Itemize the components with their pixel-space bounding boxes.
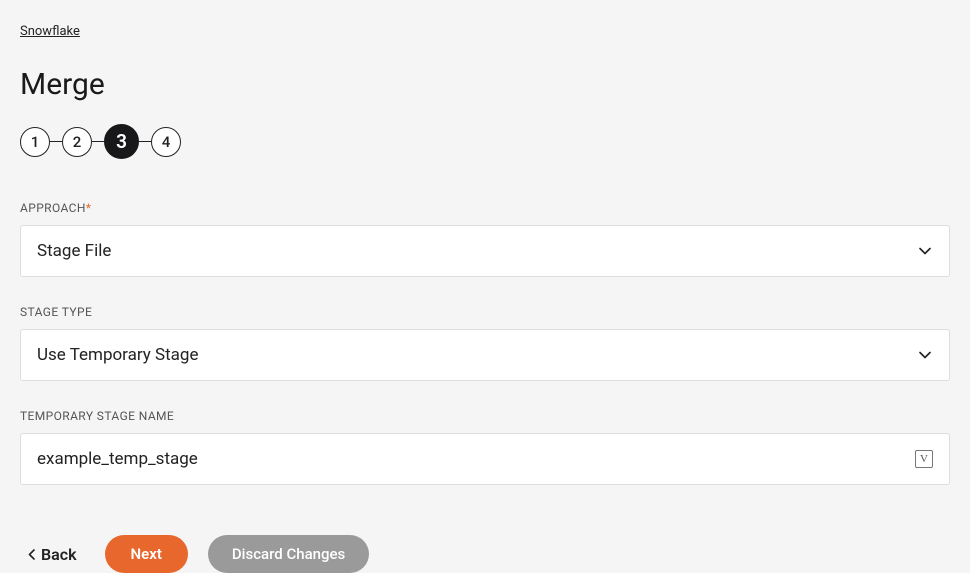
stage-type-label: STAGE TYPE [20, 305, 950, 319]
button-row: Back Next Discard Changes [20, 535, 950, 573]
temp-stage-name-label: TEMPORARY STAGE NAME [20, 409, 950, 423]
chevron-down-icon [917, 347, 933, 363]
form-group-temp-stage-name: TEMPORARY STAGE NAME V [20, 409, 950, 485]
back-button[interactable]: Back [20, 541, 85, 568]
step-connector [92, 141, 104, 143]
step-2[interactable]: 2 [62, 127, 92, 157]
approach-label-text: APPROACH [20, 201, 86, 215]
approach-label: APPROACH* [20, 201, 950, 215]
stage-type-select-value: Use Temporary Stage [37, 345, 917, 365]
variable-badge-icon[interactable]: V [915, 450, 933, 468]
step-4[interactable]: 4 [151, 127, 181, 157]
temp-stage-name-input-wrapper: V [20, 433, 950, 485]
next-button[interactable]: Next [105, 535, 188, 573]
step-1[interactable]: 1 [20, 127, 50, 157]
stepper: 1 2 3 4 [20, 124, 950, 159]
breadcrumb-snowflake[interactable]: Snowflake [20, 24, 80, 39]
temp-stage-name-input[interactable] [37, 449, 915, 469]
required-asterisk: * [86, 201, 92, 215]
chevron-down-icon [917, 243, 933, 259]
step-connector [139, 141, 151, 143]
page-title: Merge [20, 67, 950, 102]
step-connector [50, 141, 62, 143]
chevron-left-icon [28, 549, 35, 560]
form-group-stage-type: STAGE TYPE Use Temporary Stage [20, 305, 950, 381]
approach-select-value: Stage File [37, 241, 917, 261]
approach-select[interactable]: Stage File [20, 225, 950, 277]
discard-changes-button[interactable]: Discard Changes [208, 535, 369, 573]
stage-type-select[interactable]: Use Temporary Stage [20, 329, 950, 381]
form-group-approach: APPROACH* Stage File [20, 201, 950, 277]
step-3[interactable]: 3 [104, 124, 139, 159]
